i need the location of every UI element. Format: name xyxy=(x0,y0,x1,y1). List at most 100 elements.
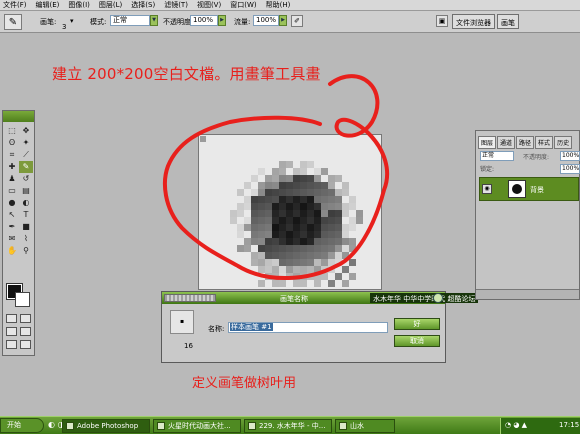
tab-brushes[interactable]: 画笔 xyxy=(497,14,519,29)
pixel-cell xyxy=(293,182,300,189)
pixel-cell xyxy=(265,266,272,273)
screen-mode-full-icon[interactable] xyxy=(20,327,31,336)
pixel-cell xyxy=(349,203,356,210)
opacity-field[interactable]: 100% xyxy=(190,15,218,26)
pixel-cell xyxy=(307,259,314,266)
tray-icons[interactable]: ◔ ◕ ▲ xyxy=(505,421,527,429)
layer-opacity-field[interactable]: 100% xyxy=(560,151,580,161)
flow-field[interactable]: 100% xyxy=(253,15,279,26)
slice-tool-icon[interactable]: ⟋ xyxy=(19,149,33,161)
pixel-cell xyxy=(342,224,349,231)
dialog-grip-icon[interactable] xyxy=(164,294,216,302)
pixel-cell xyxy=(279,217,286,224)
screen-mode-black-icon[interactable] xyxy=(6,340,17,349)
airbrush-icon[interactable]: ✐ xyxy=(291,15,303,27)
marquee-tool-icon[interactable]: ⬚ xyxy=(5,125,19,137)
lasso-tool-icon[interactable]: ʘ xyxy=(5,137,19,149)
type-tool-icon[interactable]: T xyxy=(19,209,33,221)
pixel-cell xyxy=(342,189,349,196)
pixel-cell xyxy=(300,252,307,259)
pixel-cell xyxy=(272,196,279,203)
cancel-button[interactable]: 取消 xyxy=(394,335,440,347)
taskbar-button-browser2[interactable]: 229. 水木年华 - 中... xyxy=(244,419,332,433)
blur-tool-icon[interactable]: ● xyxy=(5,197,19,209)
pixel-cell xyxy=(279,245,286,252)
taskbar-button-browser1[interactable]: 火星时代动画大社... xyxy=(153,419,241,433)
taskbar-button-shanshui[interactable]: 山水 xyxy=(335,419,395,433)
menu-item[interactable]: 选择(S) xyxy=(131,0,155,10)
gradient-tool-icon[interactable]: ▤ xyxy=(19,185,33,197)
layer-fill-field[interactable]: 100% xyxy=(560,164,580,174)
menu-item[interactable]: 文件(F) xyxy=(3,0,27,10)
pixel-cell xyxy=(321,238,328,245)
tab-paths[interactable]: 路径 xyxy=(516,136,535,149)
tab-history[interactable]: 历史 xyxy=(554,136,573,149)
standard-mode-icon[interactable] xyxy=(6,314,17,323)
pixel-cell xyxy=(314,217,321,224)
pixel-cell xyxy=(293,196,300,203)
pixel-cell xyxy=(314,168,321,175)
pixel-cell xyxy=(258,196,265,203)
pixel-cell xyxy=(251,259,258,266)
palette-well-icon[interactable]: ▣ xyxy=(436,15,448,27)
background-color-swatch[interactable] xyxy=(15,292,30,307)
crop-tool-icon[interactable]: ⌗ xyxy=(5,149,19,161)
menu-item[interactable]: 视图(V) xyxy=(197,0,221,10)
flow-dropdown-icon[interactable]: ▶ xyxy=(279,15,287,26)
eye-icon[interactable]: ◉ xyxy=(482,184,492,194)
quickmask-mode-icon[interactable] xyxy=(20,314,31,323)
eyedropper-tool-icon[interactable]: ⌇ xyxy=(19,233,33,245)
toolbox: ⬚ ✥ ʘ ✦ ⌗ ⟋ ✚ ✎ ♟ ↺ ▭ ▤ ● ◐ ↖ T ✒ ■ ✉ ⌇ … xyxy=(2,110,35,356)
pixel-cell xyxy=(328,245,335,252)
close-icon[interactable] xyxy=(433,293,443,303)
menu-item[interactable]: 帮助(H) xyxy=(266,0,291,10)
menu-item[interactable]: 编辑(E) xyxy=(36,0,60,10)
history-brush-tool-icon[interactable]: ↺ xyxy=(19,173,33,185)
menu-item[interactable]: 窗口(W) xyxy=(230,0,256,10)
taskbar-button-photoshop[interactable]: Adobe Photoshop xyxy=(62,419,150,433)
brush-tool-icon[interactable]: ✎ xyxy=(19,161,33,173)
blend-mode-select[interactable]: 正常 xyxy=(480,151,514,161)
pixel-cell xyxy=(349,196,356,203)
mode-select[interactable]: 正常 xyxy=(110,15,150,26)
dialog-titlebar[interactable]: 画笔名称 水木年华 中华中学时代 超酷论坛 xyxy=(162,292,479,304)
layer-row-background[interactable]: ◉ 背景 xyxy=(479,177,579,201)
jump-to-imageready-icon[interactable] xyxy=(20,340,31,349)
eraser-tool-icon[interactable]: ▭ xyxy=(5,185,19,197)
pixel-cell xyxy=(279,203,286,210)
move-tool-icon[interactable]: ✥ xyxy=(19,125,33,137)
path-select-tool-icon[interactable]: ↖ xyxy=(5,209,19,221)
brush-tool-icon[interactable]: ✎ xyxy=(4,14,22,30)
pen-tool-icon[interactable]: ✒ xyxy=(5,221,19,233)
tab-file-browser[interactable]: 文件浏览器 xyxy=(452,14,495,29)
menu-item[interactable]: 图层(L) xyxy=(99,0,122,10)
mode-dropdown-icon[interactable]: ▼ xyxy=(150,15,158,26)
pixel-cell xyxy=(342,266,349,273)
start-button[interactable]: 开始 xyxy=(0,418,44,433)
ok-button[interactable]: 好 xyxy=(394,318,440,330)
pixel-cell xyxy=(258,189,265,196)
zoom-tool-icon[interactable]: ⚲ xyxy=(19,245,33,257)
hand-tool-icon[interactable]: ✋ xyxy=(5,245,19,257)
screen-mode-standard-icon[interactable] xyxy=(6,327,17,336)
shape-tool-icon[interactable]: ■ xyxy=(19,221,33,233)
menu-item[interactable]: 图像(I) xyxy=(68,0,90,10)
stamp-tool-icon[interactable]: ♟ xyxy=(5,173,19,185)
brush-name-input[interactable]: 样本画笔 #1 xyxy=(228,322,388,333)
brush-name-value: 样本画笔 #1 xyxy=(230,323,273,331)
opacity-dropdown-icon[interactable]: ▶ xyxy=(218,15,226,26)
tab-channels[interactable]: 通道 xyxy=(497,136,516,149)
healing-tool-icon[interactable]: ✚ xyxy=(5,161,19,173)
brush-size-value[interactable]: 3 xyxy=(62,23,66,31)
brush-picker-arrow-icon[interactable]: ▾ xyxy=(70,17,74,25)
notes-tool-icon[interactable]: ✉ xyxy=(5,233,19,245)
tab-styles[interactable]: 样式 xyxy=(535,136,554,149)
menu-item[interactable]: 滤镜(T) xyxy=(164,0,188,10)
tab-layers[interactable]: 图层 xyxy=(478,136,497,149)
pixel-cell xyxy=(293,168,300,175)
brush-stroke-pixels xyxy=(230,161,363,287)
pixel-cell xyxy=(237,224,244,231)
magic-wand-tool-icon[interactable]: ✦ xyxy=(19,137,33,149)
pixel-cell xyxy=(251,196,258,203)
dodge-tool-icon[interactable]: ◐ xyxy=(19,197,33,209)
